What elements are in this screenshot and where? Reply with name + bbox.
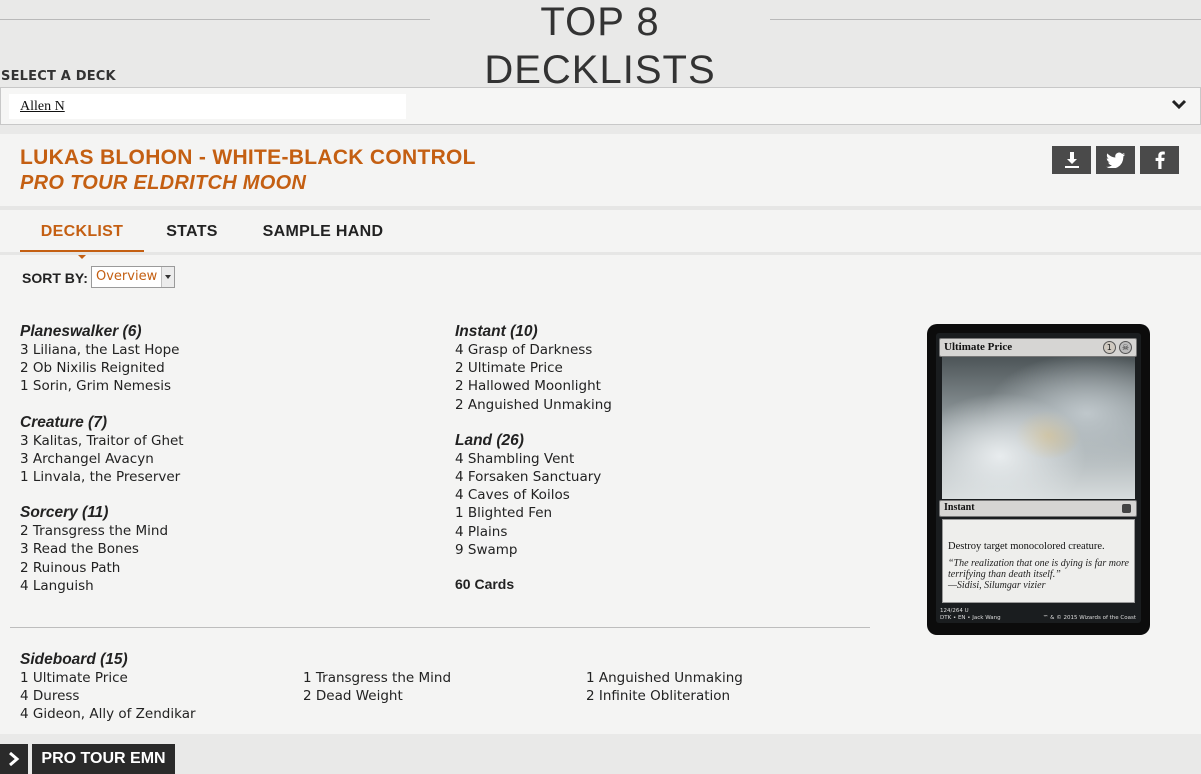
card-line[interactable]: 2 Infinite Obliteration	[586, 687, 743, 705]
card-line[interactable]: 4 Forsaken Sanctuary	[455, 468, 612, 486]
pro-tour-nav-button[interactable]: PRO TOUR EMN	[32, 744, 175, 774]
sideboard-separator	[10, 627, 870, 628]
group-title: Creature (7)	[20, 413, 107, 431]
sideboard-column-2: 1 Transgress the Mind 2 Dead Weight	[303, 669, 451, 705]
card-mana-cost: 1 ☠	[1102, 341, 1132, 354]
deck-title: LUKAS BLOHON - WHITE-BLACK CONTROL	[20, 146, 476, 169]
card-line[interactable]: 4 Plains	[455, 523, 612, 541]
card-line[interactable]: 4 Duress	[20, 687, 196, 705]
card-name-bar: Ultimate Price 1 ☠	[939, 338, 1137, 357]
tab-stats[interactable]: STATS	[150, 220, 234, 250]
card-type: Instant	[944, 502, 975, 513]
card-frame: Ultimate Price 1 ☠ Instant Destroy targe…	[936, 333, 1141, 623]
group-title: Instant (10)	[455, 323, 538, 340]
header-divider	[0, 206, 1201, 210]
sort-label: SORT BY:	[22, 270, 88, 286]
card-line[interactable]: 1 Transgress the Mind	[303, 669, 451, 687]
flavor-quote: “The realization that one is dying is fa…	[948, 558, 1129, 580]
card-collector-number: 124/264 U	[940, 608, 969, 614]
card-line[interactable]: 1 Blighted Fen	[455, 504, 612, 522]
card-line[interactable]: 3 Archangel Avacyn	[20, 450, 184, 468]
card-line[interactable]: 3 Liliana, the Last Hope	[20, 341, 184, 359]
card-footer: 124/264 U DTK • EN • Jack Wang ™ & © 201…	[940, 608, 1138, 622]
card-name: Ultimate Price	[944, 341, 1013, 353]
card-group-planeswalker: Planeswalker (6) 3 Liliana, the Last Hop…	[20, 322, 184, 396]
set-symbol-icon	[1122, 504, 1131, 513]
group-title: Land (26)	[455, 431, 524, 449]
tab-label: STATS	[166, 223, 218, 240]
card-art	[942, 357, 1135, 499]
page-title: TOP 8 DECKLISTS	[484, 0, 716, 92]
flavor-attribution: —Sidisi, Silumgar vizier	[948, 580, 1046, 591]
card-line[interactable]: 1 Linvala, the Preserver	[20, 468, 184, 486]
card-line[interactable]: 3 Kalitas, Traitor of Ghet	[20, 432, 184, 450]
card-line[interactable]: 4 Caves of Koilos	[455, 486, 612, 504]
card-group-creature: Creature (7) 3 Kalitas, Traitor of Ghet …	[20, 413, 184, 487]
card-line[interactable]: 3 Read the Bones	[20, 540, 184, 558]
decklist-left-column: Planeswalker (6) 3 Liliana, the Last Hop…	[20, 322, 184, 612]
card-line[interactable]: 4 Languish	[20, 577, 184, 595]
facebook-button[interactable]	[1140, 146, 1179, 174]
twitter-icon	[1105, 152, 1125, 168]
deck-select-value-box: Allen N	[9, 94, 406, 119]
card-type-bar: Instant	[939, 500, 1137, 517]
card-line[interactable]: 9 Swamp	[455, 541, 612, 559]
tab-decklist[interactable]: DECKLIST	[20, 220, 144, 259]
sideboard-title: Sideboard (15)	[20, 651, 128, 668]
card-line[interactable]: 1 Sorin, Grim Nemesis	[20, 377, 184, 395]
tab-label: DECKLIST	[40, 223, 124, 240]
chevron-down-icon[interactable]	[1171, 99, 1187, 111]
card-line[interactable]: 2 Dead Weight	[303, 687, 451, 705]
title-rule-right	[770, 19, 1201, 20]
card-line[interactable]: 2 Ob Nixilis Reignited	[20, 359, 184, 377]
deck-select[interactable]: Allen N	[0, 87, 1201, 125]
sideboard-column-1: 1 Ultimate Price 4 Duress 4 Gideon, Ally…	[20, 669, 196, 724]
mana-black-icon: ☠	[1119, 341, 1132, 354]
sideboard-column-3: 1 Anguished Unmaking 2 Infinite Oblitera…	[586, 669, 743, 705]
card-line[interactable]: 2 Hallowed Moonlight	[455, 377, 612, 395]
mana-generic-icon: 1	[1102, 341, 1116, 354]
download-button[interactable]	[1052, 146, 1091, 174]
deck-select-value: Allen N	[20, 99, 65, 114]
facebook-icon	[1155, 151, 1165, 169]
card-copyright: ™ & © 2015 Wizards of the Coast	[1042, 615, 1136, 621]
card-line[interactable]: 4 Shambling Vent	[455, 450, 612, 468]
tabs-divider	[0, 252, 1201, 255]
sort-dropdown-arrow-icon	[161, 267, 174, 287]
twitter-button[interactable]	[1096, 146, 1135, 174]
card-line[interactable]: 4 Gideon, Ally of Zendikar	[20, 705, 196, 723]
card-line[interactable]: 4 Grasp of Darkness	[455, 341, 612, 359]
chevron-right-icon	[9, 752, 20, 766]
decklist-panel: LUKAS BLOHON - WHITE-BLACK CONTROL PRO T…	[0, 134, 1201, 734]
card-total: 60 Cards	[455, 575, 515, 592]
card-line[interactable]: 2 Anguished Unmaking	[455, 396, 612, 414]
card-line[interactable]: 2 Ruinous Path	[20, 559, 184, 577]
card-rules-text: Destroy target monocolored creature.	[948, 541, 1105, 552]
select-deck-label: SELECT A DECK	[1, 69, 116, 84]
card-preview: Ultimate Price 1 ☠ Instant Destroy targe…	[927, 324, 1150, 635]
download-icon	[1064, 152, 1079, 168]
group-title: Planeswalker (6)	[20, 323, 142, 340]
sort-select[interactable]: Overview	[91, 266, 175, 288]
sort-value: Overview	[96, 269, 158, 284]
tab-sample-hand[interactable]: SAMPLE HAND	[252, 220, 394, 250]
title-rule-left	[0, 19, 430, 20]
deck-event: PRO TOUR ELDRITCH MOON	[20, 172, 307, 194]
expand-nav-button[interactable]	[0, 744, 28, 774]
card-line[interactable]: 2 Transgress the Mind	[20, 522, 184, 540]
card-group-land: Land (26) 4 Shambling Vent 4 Forsaken Sa…	[455, 431, 612, 559]
tab-label: SAMPLE HAND	[262, 223, 384, 240]
title-row: TOP 8 DECKLISTS	[0, 0, 1201, 92]
card-group-instant: Instant (10) 4 Grasp of Darkness 2 Ultim…	[455, 322, 612, 414]
card-line[interactable]: 1 Anguished Unmaking	[586, 669, 743, 687]
card-line[interactable]: 1 Ultimate Price	[20, 669, 196, 687]
group-title: Sorcery (11)	[20, 504, 109, 522]
card-group-sorcery: Sorcery (11) 2 Transgress the Mind 3 Rea…	[20, 503, 184, 595]
card-text-box: Destroy target monocolored creature. “Th…	[942, 519, 1135, 603]
card-line[interactable]: 2 Ultimate Price	[455, 359, 612, 377]
card-flavor-text: “The realization that one is dying is fa…	[948, 558, 1133, 591]
decklist-right-column: Instant (10) 4 Grasp of Darkness 2 Ultim…	[455, 322, 612, 592]
